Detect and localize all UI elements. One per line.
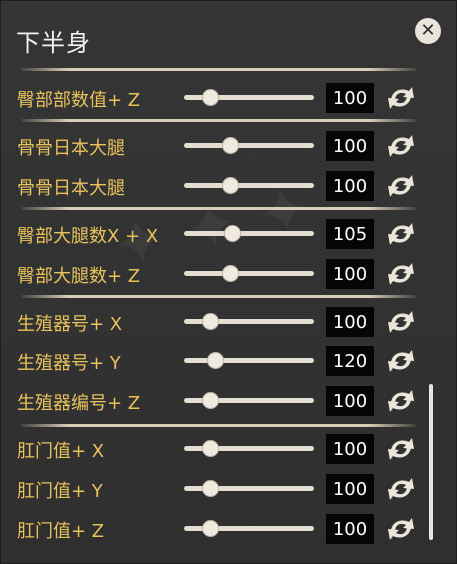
value-field[interactable]: 100 [326,386,374,416]
slider-row: 骨骨日本大腿 100 [1,129,421,163]
slider-track[interactable] [184,480,314,497]
slider-track[interactable] [184,265,314,282]
slider-track[interactable] [184,440,314,457]
slider-label: 生殖器号+ X [17,314,123,335]
value-field[interactable]: 100 [326,83,374,113]
slider-track[interactable] [184,392,314,409]
slider-label: 肛门值+ Z [17,521,105,542]
value-field[interactable]: 100 [326,171,374,201]
slider-thumb[interactable] [202,440,219,457]
slider-label: 骨骨日本大腿 [17,178,125,199]
slider-row: 臀部部数值+ Z 100 [1,81,421,115]
slider-thumb[interactable] [202,520,219,537]
section-divider [21,295,416,298]
slider-thumb[interactable] [202,480,219,497]
slider-label: 臀部部数值+ Z [17,90,141,111]
slider-thumb[interactable] [221,177,239,194]
value-field[interactable]: 105 [326,219,374,249]
slider-row: 肛门值+ X 100 [1,432,421,466]
value-field[interactable]: 100 [326,307,374,337]
slider-thumb[interactable] [202,392,219,409]
panel-title: 下半身 [16,29,91,57]
slider-label: 骨骨日本大腿 [17,138,125,159]
slider-row: 生殖器号+ Y 120 [1,344,421,378]
section-divider [21,207,416,210]
slider-thumb[interactable] [207,352,225,369]
reset-arrows-icon[interactable] [383,512,419,546]
value-field[interactable]: 120 [326,346,374,376]
slider-row: 生殖器号+ X 100 [1,305,421,339]
slider-track[interactable] [184,313,314,330]
slider-track[interactable] [184,520,314,537]
slider-row: 生殖器编号+ Z 100 [1,384,421,418]
slider-row: 骨骨日本大腿 100 [1,169,421,203]
slider-label: 臀部大腿数+ Z [17,266,141,287]
slider-track[interactable] [184,89,314,106]
section-divider [21,119,416,122]
slider-row: 肛门值+ Z 100 [1,512,421,546]
section-divider [21,424,416,427]
reset-arrows-icon[interactable] [383,81,419,115]
reset-arrows-icon[interactable] [383,384,419,418]
slider-label: 生殖器号+ Y [17,353,121,374]
reset-arrows-icon[interactable] [383,305,419,339]
reset-arrows-icon[interactable] [383,344,419,378]
section-divider [21,68,416,71]
slider-row: 臀部大腿数X + X 105 [1,217,421,251]
slider-row: 肛门值+ Y 100 [1,472,421,506]
value-field[interactable]: 100 [326,514,374,544]
reset-arrows-icon[interactable] [383,257,419,291]
slider-row: 臀部大腿数+ Z 100 [1,257,421,291]
reset-arrows-icon[interactable] [383,217,419,251]
reset-arrows-icon[interactable] [383,432,419,466]
value-field[interactable]: 100 [326,131,374,161]
slider-label: 肛门值+ X [17,441,105,462]
value-field[interactable]: 100 [326,434,374,464]
value-field[interactable]: 100 [326,259,374,289]
slider-track[interactable] [184,352,314,369]
value-field[interactable]: 100 [326,474,374,504]
reset-arrows-icon[interactable] [383,472,419,506]
slider-thumb[interactable] [221,137,239,154]
close-icon[interactable]: ✕ [415,18,441,44]
reset-arrows-icon[interactable] [383,169,419,203]
slider-track[interactable] [184,177,314,194]
slider-thumb[interactable] [202,89,219,106]
slider-label: 肛门值+ Y [17,481,103,502]
scrollbar[interactable] [429,384,433,540]
slider-label: 臀部大腿数X + X [17,226,159,247]
slider-thumb[interactable] [224,225,242,242]
lower-body-panel: 下半身 ✕ ✦ ✦ ✦ 臀部部数值+ Z 100 骨骨日本大腿 100 骨骨日本大腿 10… [0,0,457,564]
slider-label: 生殖器编号+ Z [17,393,141,414]
slider-thumb[interactable] [202,313,219,330]
slider-track[interactable] [184,225,314,242]
reset-arrows-icon[interactable] [383,129,419,163]
slider-thumb[interactable] [221,265,239,282]
slider-track[interactable] [184,137,314,154]
